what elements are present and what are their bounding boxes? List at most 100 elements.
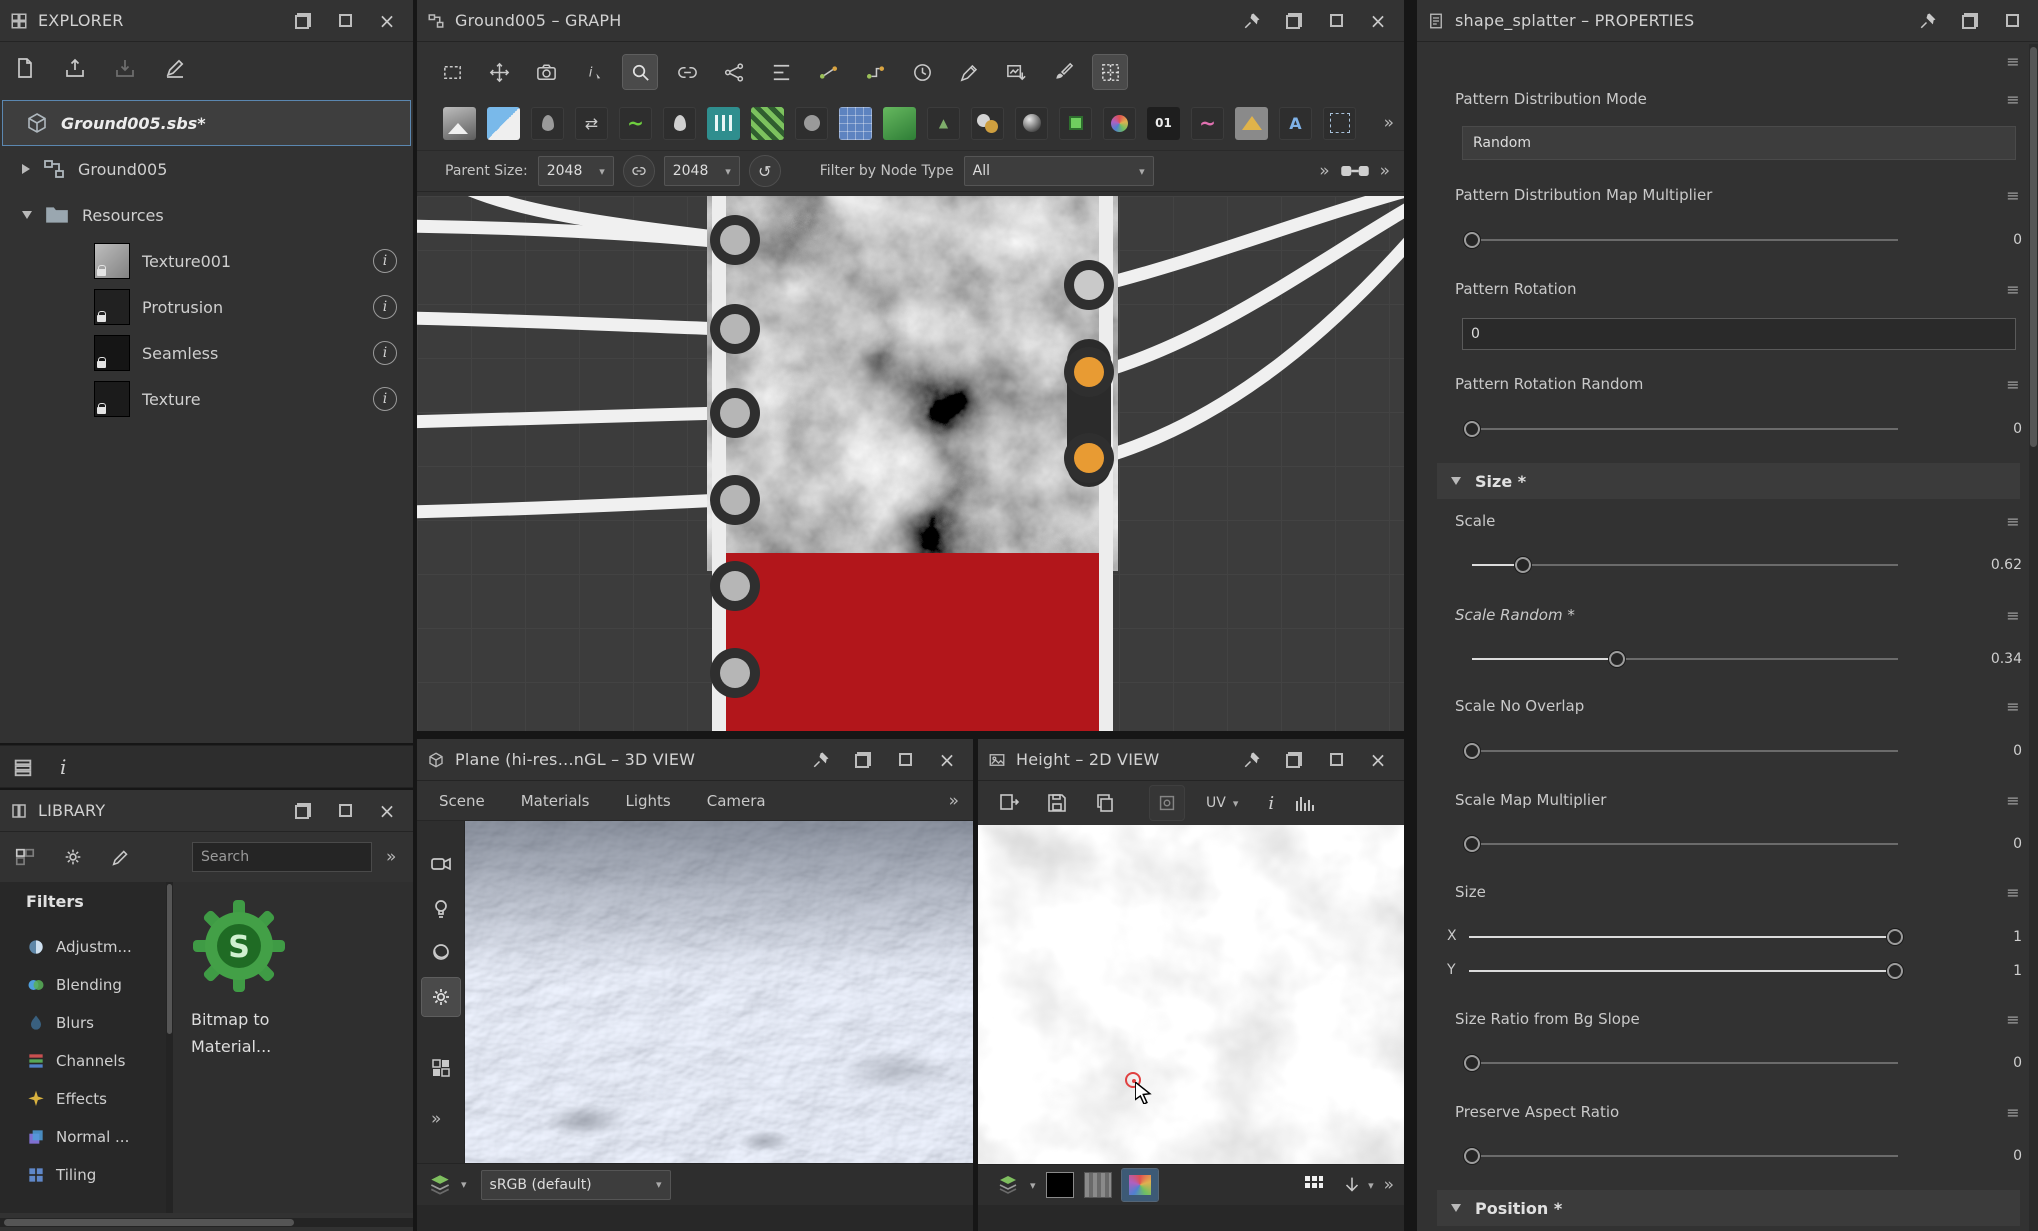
node-blend-button[interactable] bbox=[971, 107, 1004, 140]
node-transformation-button[interactable]: ⇄ bbox=[575, 107, 608, 140]
restore-icon[interactable] bbox=[1958, 9, 1982, 33]
channel-stack-icon[interactable] bbox=[996, 1173, 1020, 1197]
parent-size-height-select[interactable]: 2048 ▾ bbox=[664, 156, 740, 186]
library-settings-gear-icon[interactable] bbox=[56, 840, 90, 874]
explorer-file-row[interactable]: Ground005.sbs* bbox=[2, 100, 411, 146]
slider-handle[interactable] bbox=[1887, 929, 1903, 945]
filter-node-type-select[interactable]: All ▾ bbox=[964, 156, 1154, 186]
slider-handle[interactable] bbox=[1515, 557, 1531, 573]
info-icon[interactable]: i bbox=[373, 249, 397, 273]
link-icon[interactable] bbox=[670, 55, 704, 89]
param-menu-icon[interactable]: ≡ bbox=[2002, 791, 2024, 810]
scale-map-multiplier-slider[interactable] bbox=[1472, 832, 1898, 856]
scale-random-slider[interactable] bbox=[1472, 647, 1898, 671]
node-slope-blur-button[interactable] bbox=[1235, 107, 1268, 140]
size-x-slider[interactable] bbox=[1469, 925, 1895, 949]
grid-toggle-icon[interactable] bbox=[1297, 1168, 1331, 1202]
properties-scrollbar[interactable] bbox=[2029, 44, 2038, 1231]
graph-canvas[interactable] bbox=[417, 196, 1404, 731]
uv-mode-select[interactable]: UV ▾ bbox=[1206, 795, 1238, 811]
node-curves-button[interactable]: ~ bbox=[1191, 107, 1224, 140]
size-link-icon[interactable] bbox=[624, 156, 654, 186]
close-icon[interactable]: × bbox=[935, 748, 959, 772]
move-tool-icon[interactable] bbox=[482, 55, 516, 89]
search-input[interactable] bbox=[201, 849, 351, 865]
info-icon[interactable]: i bbox=[373, 295, 397, 319]
library-filter-item[interactable]: Channels bbox=[0, 1042, 166, 1080]
timer-icon[interactable] bbox=[905, 55, 939, 89]
param-menu-icon[interactable]: ≡ bbox=[2002, 1103, 2024, 1122]
snap-grid-icon[interactable] bbox=[1093, 55, 1127, 89]
view2d-viewport[interactable] bbox=[978, 825, 1404, 1164]
pattern-distribution-map-multiplier-slider[interactable] bbox=[1472, 228, 1898, 252]
docked-panel-icon[interactable] bbox=[12, 756, 34, 778]
pin-icon[interactable] bbox=[809, 748, 833, 772]
size-y-slider[interactable] bbox=[1469, 959, 1895, 983]
library-filter-item[interactable]: Tiling bbox=[0, 1156, 166, 1194]
node-bitmap-button[interactable] bbox=[443, 107, 476, 140]
slider-handle[interactable] bbox=[1887, 963, 1903, 979]
menu-camera[interactable]: Camera bbox=[707, 792, 766, 810]
light-bulb-icon[interactable] bbox=[424, 892, 458, 926]
maximize-icon[interactable] bbox=[1324, 748, 1348, 772]
library-filter-item[interactable]: Normal ... bbox=[0, 1118, 166, 1156]
node-blur-button[interactable] bbox=[531, 107, 564, 140]
docked-info-tab[interactable]: i bbox=[60, 755, 66, 779]
background-black-swatch[interactable] bbox=[1046, 1172, 1074, 1198]
pin-icon[interactable] bbox=[1240, 748, 1264, 772]
view2d-bottom-more-icon[interactable]: » bbox=[1384, 1175, 1394, 1195]
menu-lights[interactable]: Lights bbox=[626, 792, 671, 810]
scale-no-overlap-slider[interactable] bbox=[1472, 739, 1898, 763]
node-sharpen-button[interactable] bbox=[663, 107, 696, 140]
node-red-preview[interactable] bbox=[726, 553, 1099, 731]
resource-row[interactable]: Protrusion i bbox=[0, 284, 413, 330]
slider-handle[interactable] bbox=[1464, 743, 1480, 759]
library-filter-item[interactable]: Effects bbox=[0, 1080, 166, 1118]
section-position[interactable]: Position * bbox=[1437, 1190, 2020, 1226]
param-menu-icon[interactable]: ≡ bbox=[2002, 606, 2024, 625]
slider-handle[interactable] bbox=[1464, 1148, 1480, 1164]
section-size[interactable]: Size * bbox=[1437, 463, 2020, 499]
restore-icon[interactable] bbox=[1282, 748, 1306, 772]
node-levels-button[interactable] bbox=[707, 107, 740, 140]
node-gradient-map-button[interactable] bbox=[751, 107, 784, 140]
restore-icon[interactable] bbox=[851, 748, 875, 772]
node-height-button[interactable]: ▲ bbox=[927, 107, 960, 140]
slider-handle[interactable] bbox=[1464, 836, 1480, 852]
param-menu-icon[interactable]: ≡ bbox=[2002, 512, 2024, 531]
view3d-tools-more-icon[interactable]: » bbox=[431, 1109, 441, 1129]
chevron-down-icon[interactable] bbox=[22, 211, 32, 219]
chevron-right-icon[interactable] bbox=[22, 164, 30, 174]
reset-size-icon[interactable]: ↺ bbox=[750, 156, 780, 186]
node-normal-button[interactable] bbox=[883, 107, 916, 140]
export-icon[interactable] bbox=[108, 51, 142, 85]
pen-icon[interactable] bbox=[952, 55, 986, 89]
background-gray-swatch[interactable] bbox=[1084, 1172, 1112, 1198]
render-settings-gear-icon[interactable] bbox=[422, 978, 460, 1016]
library-toolbar-more-icon[interactable]: » bbox=[386, 847, 396, 867]
info-icon[interactable]: i bbox=[373, 341, 397, 365]
param-menu-icon[interactable]: ≡ bbox=[2002, 90, 2024, 109]
param-menu-icon[interactable]: ≡ bbox=[2002, 883, 2024, 902]
resource-row[interactable]: Texture i bbox=[0, 376, 413, 422]
slider-handle[interactable] bbox=[1464, 421, 1480, 437]
settings-more-icon[interactable]: » bbox=[1319, 161, 1329, 181]
param-menu-icon[interactable]: ≡ bbox=[2002, 280, 2024, 299]
node-pixel-processor-button[interactable] bbox=[1059, 107, 1092, 140]
info-icon[interactable]: i bbox=[373, 387, 397, 411]
maximize-icon[interactable] bbox=[2000, 9, 2024, 33]
node-curve-button[interactable]: ~ bbox=[619, 107, 652, 140]
edit-package-icon[interactable] bbox=[158, 51, 192, 85]
information-icon[interactable]: i bbox=[1268, 793, 1274, 814]
param-menu-icon[interactable]: ≡ bbox=[2002, 697, 2024, 716]
settings-more-icon-2[interactable]: » bbox=[1380, 161, 1390, 181]
anchor-mode-select[interactable]: ▾ bbox=[1341, 1174, 1374, 1196]
node-tile-sampler-button[interactable] bbox=[839, 107, 872, 140]
export-image-icon[interactable] bbox=[992, 786, 1026, 820]
node-text-button[interactable]: A bbox=[1279, 107, 1312, 140]
branch-icon[interactable] bbox=[717, 55, 751, 89]
resource-row[interactable]: Texture001 i bbox=[0, 238, 413, 284]
copy-icon[interactable] bbox=[1088, 786, 1122, 820]
maximize-icon[interactable] bbox=[1324, 9, 1348, 33]
preserve-aspect-ratio-slider[interactable] bbox=[1472, 1144, 1898, 1168]
